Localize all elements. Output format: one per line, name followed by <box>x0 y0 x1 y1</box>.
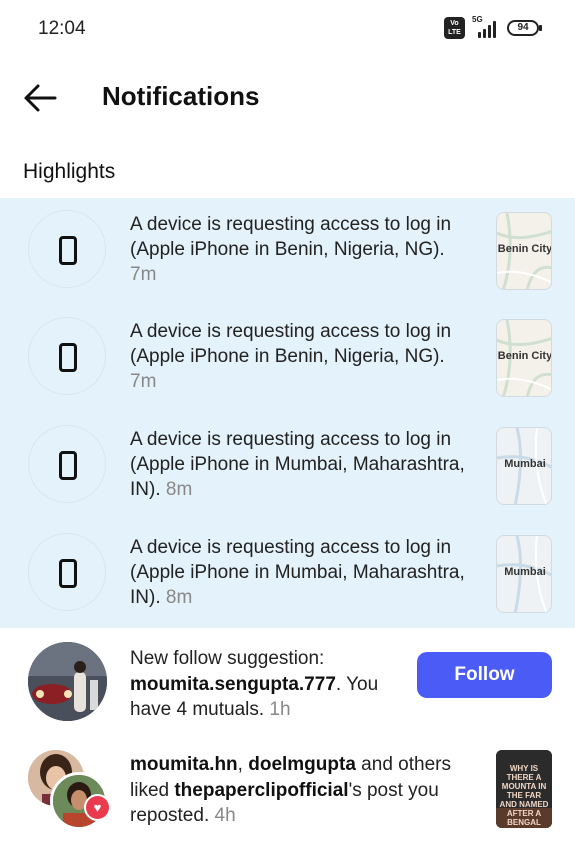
notification-time: 8m <box>165 587 193 608</box>
heart-icon: ♥ <box>86 796 109 819</box>
device-icon-circle <box>28 317 106 395</box>
notification-text: A device is requesting access to log in … <box>130 429 465 500</box>
like-notification[interactable]: ♥ moumita.hn, doelmgupta and others like… <box>0 740 575 850</box>
arrow-left-icon <box>24 84 57 112</box>
post-thumbnail-text: WHY IS THERE A MOUNTA IN THE FAR AND NAM… <box>499 764 549 828</box>
like-text: moumita.hn, doelmgupta and others liked … <box>130 754 451 826</box>
device-icon-circle <box>28 425 106 503</box>
map-label: Benin City <box>497 243 552 255</box>
device-icon-circle <box>28 533 106 611</box>
signal-icon: 5G <box>472 15 500 38</box>
notification-text: A device is requesting access to log in … <box>130 537 465 608</box>
battery-icon: 94 <box>507 20 542 36</box>
status-bar: 12:04 Vo LTE 5G 94 <box>0 0 575 58</box>
notification-time: 7m <box>130 371 157 392</box>
device-icon-circle <box>28 210 106 288</box>
map-thumbnail[interactable]: Benin City <box>496 319 552 397</box>
status-time: 12:04 <box>38 18 86 39</box>
follow-suggestion-notification[interactable]: New follow suggestion: moumita.sengupta.… <box>0 630 575 735</box>
back-button[interactable] <box>22 82 58 114</box>
map-label: Benin City <box>497 350 552 362</box>
map-thumbnail[interactable]: Mumbai <box>496 535 552 613</box>
suggested-username: moumita.sengupta.777 <box>130 673 336 695</box>
phone-icon <box>59 451 77 480</box>
follow-button[interactable]: Follow <box>417 652 552 698</box>
header: Notifications <box>0 68 575 128</box>
login-request-notification[interactable]: A device is requesting access to log in … <box>0 198 575 305</box>
login-request-notification[interactable]: A device is requesting access to log in … <box>0 413 575 520</box>
suggestion-text: New follow suggestion: moumita.sengupta.… <box>130 648 379 720</box>
notification-time: 8m <box>165 479 193 500</box>
map-thumbnail[interactable]: Benin City <box>496 212 552 290</box>
notification-time: 7m <box>130 264 157 285</box>
phone-icon <box>59 343 77 372</box>
post-thumbnail[interactable]: WHY IS THERE A MOUNTA IN THE FAR AND NAM… <box>496 750 552 828</box>
map-label: Mumbai <box>504 566 546 578</box>
network-type: 5G <box>472 15 483 24</box>
login-request-notification[interactable]: A device is requesting access to log in … <box>0 305 575 412</box>
like-badge: ♥ <box>84 794 111 821</box>
login-request-notification[interactable]: A device is requesting access to log in … <box>0 521 575 628</box>
notification-time: 1h <box>269 699 291 720</box>
notification-text: A device is requesting access to log in … <box>130 214 452 285</box>
notification-time: 4h <box>214 805 236 826</box>
volte-icon: Vo LTE <box>444 17 465 39</box>
map-thumbnail[interactable]: Mumbai <box>496 427 552 505</box>
map-label: Mumbai <box>504 458 546 470</box>
page-title: Notifications <box>102 81 260 111</box>
phone-icon <box>59 236 77 265</box>
phone-icon <box>59 559 77 588</box>
notification-text: A device is requesting access to log in … <box>130 321 452 392</box>
section-title-highlights: Highlights <box>23 160 116 183</box>
status-icons: Vo LTE 5G 94 <box>444 15 542 39</box>
highlights-list: A device is requesting access to log in … <box>0 198 575 628</box>
avatar[interactable] <box>28 642 107 721</box>
